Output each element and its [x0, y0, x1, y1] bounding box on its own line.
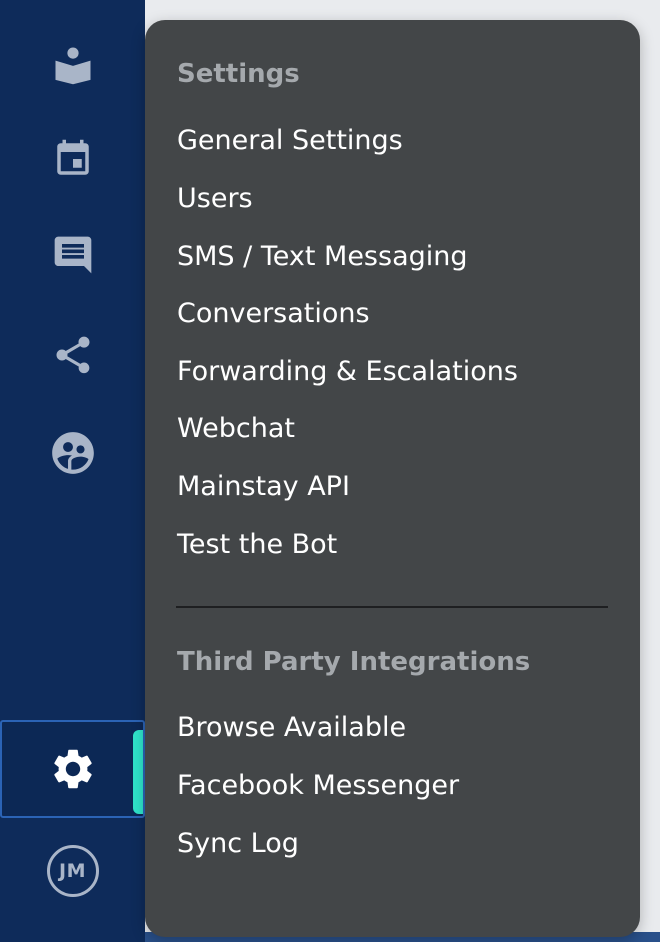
settings-menu: Settings General Settings Users SMS / Te…: [145, 20, 640, 937]
sidebar-item-messages[interactable]: [0, 220, 145, 290]
share-icon: [56, 336, 89, 374]
menu-item-browse-available[interactable]: Browse Available: [177, 711, 406, 745]
sidebar: JM: [0, 0, 145, 942]
menu-item-mainstay-api[interactable]: Mainstay API: [177, 470, 350, 504]
menu-item-general-settings[interactable]: General Settings: [177, 124, 403, 158]
menu-item-facebook-messenger[interactable]: Facebook Messenger: [177, 769, 459, 803]
integrations-heading: Third Party Integrations: [177, 647, 531, 677]
menu-item-conversations[interactable]: Conversations: [177, 297, 370, 331]
gear-icon: [53, 749, 92, 789]
menu-item-test-the-bot[interactable]: Test the Bot: [177, 528, 337, 562]
menu-item-sms-text-messaging[interactable]: SMS / Text Messaging: [177, 240, 468, 274]
book-reader-icon: [55, 47, 90, 85]
sidebar-item-profile[interactable]: JM: [0, 836, 145, 906]
sidebar-item-flows[interactable]: [0, 320, 145, 390]
sidebar-item-settings[interactable]: [0, 720, 145, 818]
menu-item-webchat[interactable]: Webchat: [177, 412, 295, 446]
people-circle-icon: [51, 432, 94, 474]
menu-item-users[interactable]: Users: [177, 182, 253, 216]
menu-divider: [176, 606, 608, 608]
avatar[interactable]: JM: [46, 845, 99, 897]
calendar-icon: [56, 139, 89, 175]
sidebar-item-contacts[interactable]: [0, 418, 145, 488]
message-icon: [54, 236, 91, 274]
settings-heading: Settings: [177, 59, 300, 89]
menu-item-forwarding-escalations[interactable]: Forwarding & Escalations: [177, 355, 518, 389]
sidebar-item-calendar[interactable]: [0, 124, 145, 194]
sidebar-item-knowledge[interactable]: [0, 30, 145, 100]
active-indicator: [133, 730, 143, 814]
menu-item-sync-log[interactable]: Sync Log: [177, 827, 299, 861]
